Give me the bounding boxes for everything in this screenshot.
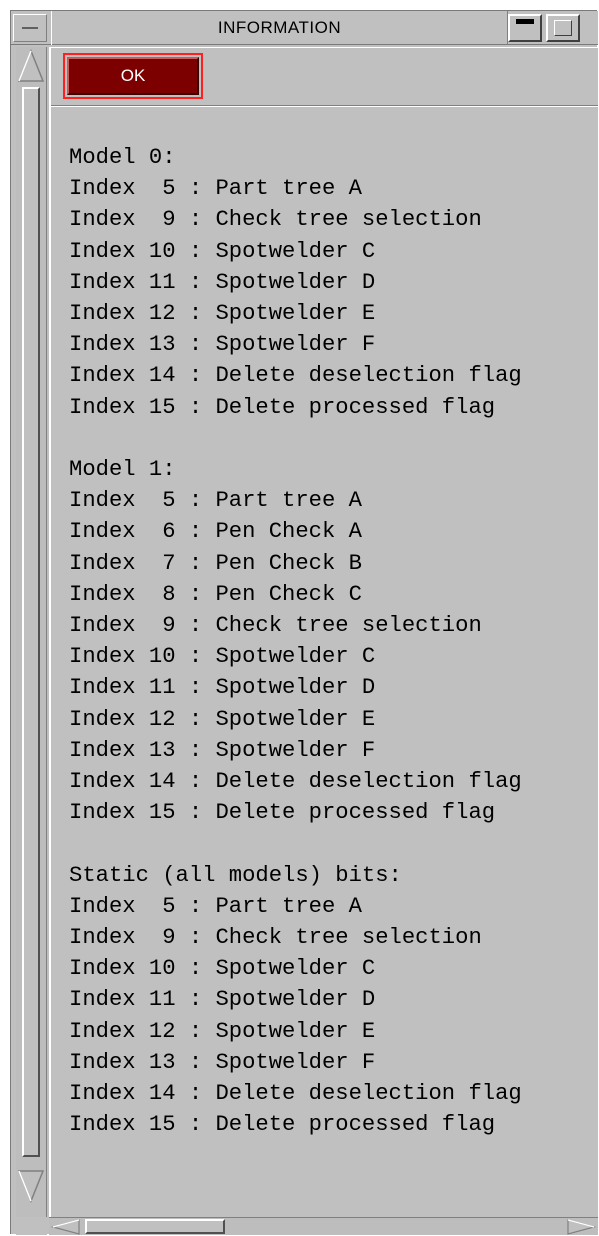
index-line: Index 12 : Spotwelder E — [69, 301, 376, 327]
separator — [51, 105, 598, 107]
index-line: Index 14 : Delete deselection flag — [69, 1081, 522, 1107]
horizontal-scrollbar[interactable] — [49, 1217, 598, 1235]
index-line: Index 10 : Spotwelder C — [69, 644, 376, 670]
scroll-right-arrow-icon[interactable] — [564, 1218, 598, 1236]
index-line: Index 13 : Spotwelder F — [69, 1049, 376, 1075]
index-line: Index 6 : Pen Check A — [69, 519, 362, 545]
index-line: Index 15 : Delete processed flag — [69, 1112, 496, 1138]
index-line: Index 14 : Delete deselection flag — [69, 769, 522, 795]
section-header: Model 1: — [69, 457, 176, 483]
index-line: Index 11 : Spotwelder D — [69, 987, 376, 1013]
index-line: Index 13 : Spotwelder F — [69, 737, 376, 763]
scrollbar-corner — [16, 1217, 47, 1235]
ok-button[interactable]: OK — [63, 53, 203, 99]
index-line: Index 12 : Spotwelder E — [69, 706, 376, 732]
index-line: Index 5 : Part tree A — [69, 893, 362, 919]
index-line: Index 12 : Spotwelder E — [69, 1018, 376, 1044]
horizontal-scroll-thumb[interactable] — [85, 1219, 225, 1234]
index-line: Index 10 : Spotwelder C — [69, 238, 376, 264]
ok-button-label: OK — [67, 57, 199, 95]
section-header: Model 0: — [69, 145, 176, 170]
index-line: Index 5 : Part tree A — [69, 176, 362, 202]
minimize-button[interactable] — [508, 14, 542, 42]
index-line: Index 9 : Check tree selection — [69, 207, 482, 233]
section-header: Static (all models) bits: — [69, 862, 402, 888]
content-panel: OK Model 0: Index 5 : Part tree A Index … — [49, 47, 598, 1217]
scroll-down-arrow-icon[interactable] — [16, 1167, 47, 1205]
index-line: Index 10 : Spotwelder C — [69, 956, 376, 982]
index-line: Index 8 : Pen Check C — [69, 581, 362, 607]
vertical-scroll-thumb[interactable] — [22, 87, 40, 1157]
scroll-up-arrow-icon[interactable] — [16, 47, 47, 85]
information-window: INFORMATION OK Model 0: Index 5 : Part t… — [10, 10, 598, 1235]
window-menu-icon[interactable] — [13, 14, 47, 42]
index-line: Index 14 : Delete deselection flag — [69, 363, 522, 389]
index-line: Index 15 : Delete processed flag — [69, 394, 496, 420]
title-bar[interactable]: INFORMATION — [11, 11, 598, 45]
information-text: Model 0: Index 5 : Part tree A Index 9 :… — [69, 142, 522, 1141]
index-line: Index 11 : Spotwelder D — [69, 269, 376, 295]
index-line: Index 9 : Check tree selection — [69, 925, 482, 951]
window-title: INFORMATION — [51, 11, 508, 45]
scroll-left-arrow-icon[interactable] — [49, 1218, 83, 1236]
index-line: Index 7 : Pen Check B — [69, 550, 362, 576]
vertical-scrollbar[interactable] — [16, 47, 47, 1217]
index-line: Index 5 : Part tree A — [69, 488, 362, 514]
index-line: Index 13 : Spotwelder F — [69, 332, 376, 358]
index-line: Index 11 : Spotwelder D — [69, 675, 376, 701]
maximize-button[interactable] — [546, 14, 580, 42]
index-line: Index 9 : Check tree selection — [69, 613, 482, 639]
index-line: Index 15 : Delete processed flag — [69, 800, 496, 826]
